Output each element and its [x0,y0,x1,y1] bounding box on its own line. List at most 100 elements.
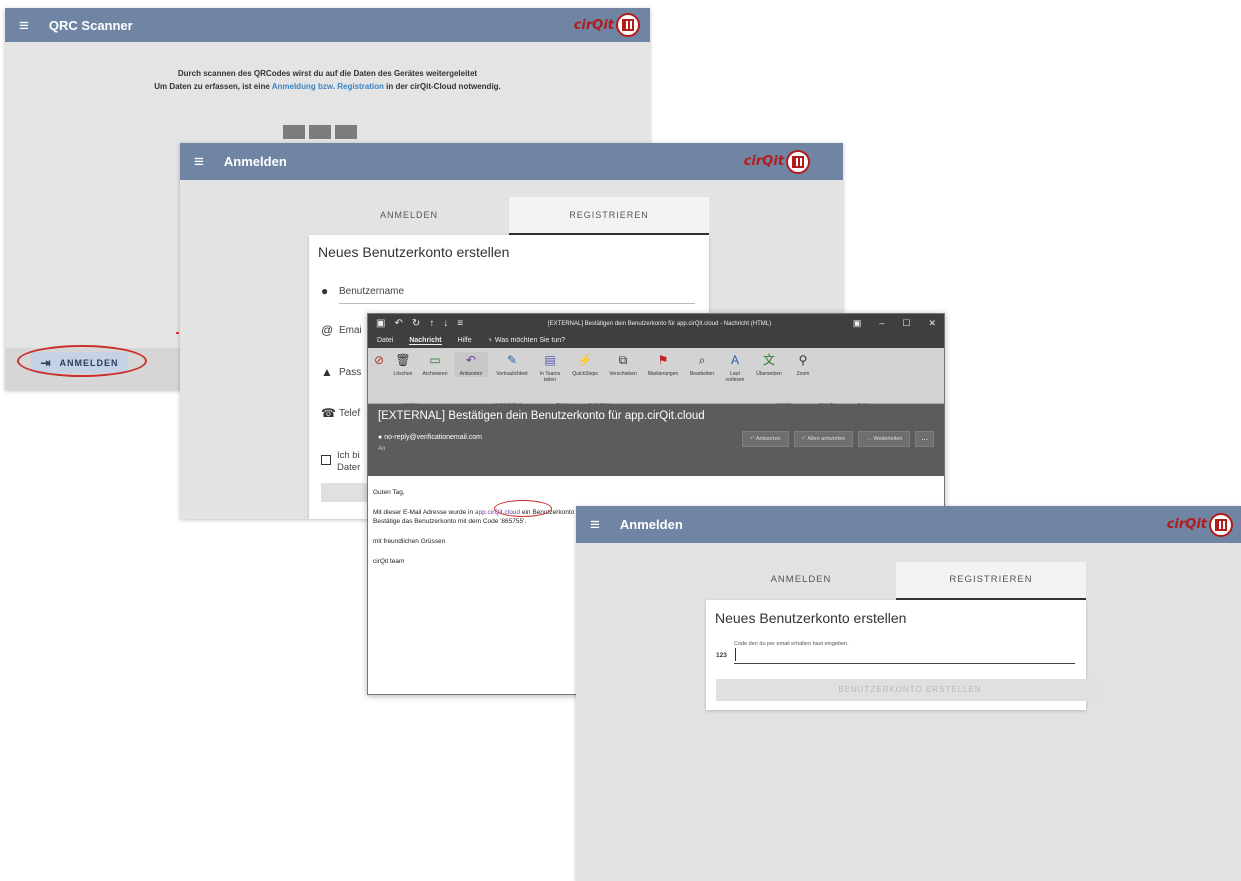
code-hint: Code den du per email erhalten hast eing… [734,641,849,647]
edit-button[interactable]: ⌕ Bearbeiten [686,352,718,377]
move-icon: ⧉ [618,353,628,367]
reply-icon: ↶ [465,353,477,367]
trash-icon: 🗑 [395,353,411,367]
teams-share-button[interactable]: ▤ In Teams teilen [536,352,564,383]
ignore-button[interactable]: ⊘ [372,352,386,371]
cirqit-logo: cirQit [1167,506,1233,543]
hamburger-menu-icon[interactable]: ≡ [590,516,600,533]
red-marker [176,332,179,334]
zoom-icon: ⚲ [798,353,808,367]
app-bar: ≡ Anmelden cirQit [180,143,843,180]
app-bar: ≡ Anmelden cirQit [576,506,1241,543]
tab-anmelden[interactable]: ANMELDEN [309,197,509,235]
info-text: Durch scannen des QRCodes wirst du auf d… [154,69,501,91]
undo-icon[interactable]: ↶ [394,318,402,329]
lightbulb-icon: ♀ [487,337,495,344]
cirqit-logo: cirQit [574,8,640,42]
hamburger-menu-icon[interactable]: ≡ [19,17,29,34]
email-sender: ● no-reply@verificationemail.com [378,434,482,441]
find-icon: ⌕ [698,353,706,367]
teams-icon: ▤ [544,353,556,367]
minimize-icon[interactable]: – [879,318,884,329]
archive-icon: ▭ [429,353,441,367]
email-recipient: An [378,446,386,452]
cirqit-logo: cirQit [744,143,810,180]
quick-access-toolbar: ▣ ↶ ↻ ↑ ↓ ≡ [376,318,463,329]
email-subject: [EXTERNAL] Bestätigen dein Benutzerkonto… [378,410,705,422]
move-button[interactable]: ⧉ Verschieben [606,352,640,377]
tab-registrieren[interactable]: REGISTRIEREN [509,197,709,235]
read-aloud-button[interactable]: A Laut vorlesen [722,352,748,383]
sensitivity-button[interactable]: ✎ Vertraulichkeit [492,352,532,377]
qr-logo-icon [616,13,640,37]
checkbox-icon[interactable] [321,455,331,465]
email-window-title: [EXTERNAL] Bestätigen dein Benutzerkonto… [548,320,772,327]
translate-icon: 文 [762,353,775,367]
username-field[interactable]: ● Benutzername [321,281,695,304]
more-actions-button[interactable]: ... [915,431,934,447]
sensitivity-icon: ✎ [506,353,518,367]
tell-me-search[interactable]: ♀ Was möchten Sie tun? [488,337,565,344]
email-menu-bar: Datei Nachricht Hilfe ♀ Was möchten Sie … [368,333,944,348]
app-title: Anmelden [223,154,287,169]
code-entry-window: ≡ Anmelden cirQit ANMELDEN REGISTRIEREN … [576,506,1241,881]
register-card: Neues Benutzerkonto erstellen Code den d… [706,600,1104,710]
ribbon-display-icon[interactable]: ▣ [853,318,862,329]
up-arrow-icon[interactable]: ↑ [429,318,434,329]
lock-icon: ▲ [321,365,333,379]
code-input[interactable] [734,663,1075,664]
create-account-button[interactable]: BENUTZERKONTO ERSTELLEN [716,679,1104,701]
window-controls: ▣ – ☐ ✕ [853,318,936,329]
email-title-bar: ▣ ↶ ↻ ↑ ↓ ≡ [EXTERNAL] Bestätigen dein B… [368,314,944,333]
speaker-icon: A [730,353,739,367]
save-icon[interactable]: ▣ [376,318,385,329]
menu-nachricht[interactable]: Nachricht [409,337,442,345]
email-header: [EXTERNAL] Bestätigen dein Benutzerkonto… [368,404,944,476]
tab-registrieren[interactable]: REGISTRIEREN [896,562,1086,600]
highlight-circle [17,345,147,377]
card-title: Neues Benutzerkonto erstellen [318,244,510,260]
qr-logo-icon [1209,512,1233,537]
tab-anmelden[interactable]: ANMELDEN [706,562,896,600]
app-title: QRC Scanner [48,17,133,33]
card-title: Neues Benutzerkonto erstellen [715,610,907,626]
delete-button[interactable]: 🗑 Löschen [390,352,416,377]
reply-all-button[interactable]: ↶ Allen antworten [793,431,854,447]
menu-datei[interactable]: Datei [377,337,393,344]
menu-hilfe[interactable]: Hilfe [458,337,472,344]
app-title: Anmelden [619,517,683,532]
phone-icon: ☎ [321,406,336,420]
forward-button[interactable]: → Weiterleiten [858,431,911,447]
redo-icon[interactable]: ↻ [412,318,420,329]
auth-tabs: ANMELDEN REGISTRIEREN [309,197,709,235]
ignore-icon: ⊘ [373,353,385,367]
auth-tabs: ANMELDEN REGISTRIEREN [706,562,1086,600]
archive-button[interactable]: ▭ Archivieren [420,352,450,377]
reply-ribbon-button[interactable]: ↶ Antworten [454,352,488,377]
flag-icon: ⚑ [657,353,669,367]
zoom-button[interactable]: ⚲ Zoom [790,352,816,377]
terms-checkbox[interactable]: Ich bi Dater [321,450,360,474]
qr-code-graphic [283,125,357,139]
verification-code: Code '865755'. [482,518,527,525]
tags-button[interactable]: ⚑ Markierungen [644,352,682,377]
app-bar: ≡ QRC Scanner cirQit [5,8,650,42]
email-ribbon: ⊘ 🗑 Löschen ▭ Archivieren ↶ Antworten ✎ Vert… [368,348,944,407]
translate-button[interactable]: 文 Übersetzen [752,352,786,377]
customize-icon[interactable]: ≡ [457,318,463,329]
text-cursor [735,648,736,661]
down-arrow-icon[interactable]: ↓ [443,318,448,329]
at-icon: @ [321,323,334,337]
numeric-icon: 123 [716,652,727,659]
email-actions: ↶ Antworten ↶ Allen antworten → Weiterle… [741,431,934,447]
qr-logo-icon [786,149,810,174]
account-icon: ● [321,284,329,298]
lightning-icon: ⚡ [577,353,593,367]
reply-button[interactable]: ↶ Antworten [741,431,789,447]
close-icon[interactable]: ✕ [928,318,936,329]
code-highlight-circle [494,500,552,517]
hamburger-menu-icon[interactable]: ≡ [194,153,204,170]
maximize-icon[interactable]: ☐ [902,318,910,329]
login-registration-link[interactable]: Anmeldung bzw. Registration [272,82,384,91]
quicksteps-button[interactable]: ⚡ QuickSteps [568,352,602,377]
